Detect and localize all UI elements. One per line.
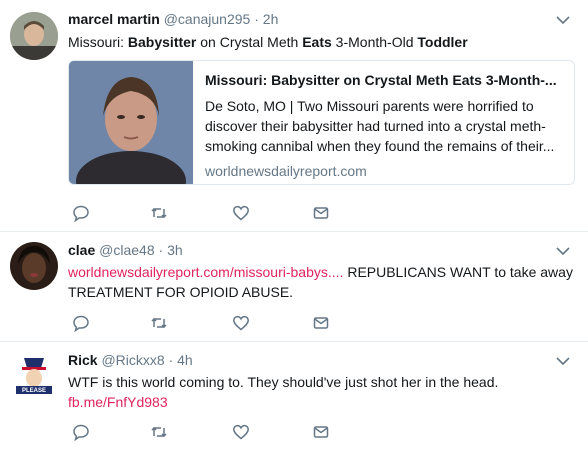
username[interactable]: @clae48	[99, 242, 154, 258]
tweet-link[interactable]: fb.me/FnfYd983	[68, 392, 573, 412]
timestamp[interactable]: 4h	[177, 352, 193, 368]
like-icon[interactable]	[232, 204, 250, 222]
timestamp[interactable]: 2h	[263, 11, 279, 27]
mugshot-image	[69, 61, 193, 184]
reply-icon[interactable]	[72, 204, 90, 222]
avatar[interactable]	[10, 242, 58, 290]
tweet[interactable]: PLEASE Rick @Rickxx8 · 4h WTF is this wo…	[0, 342, 588, 450]
avatar-image: PLEASE	[10, 354, 58, 402]
username[interactable]: @canajun295	[164, 11, 251, 27]
separator: ·	[168, 352, 174, 368]
text-bold: Eats	[302, 34, 332, 50]
display-name[interactable]: marcel martin	[68, 11, 160, 27]
tweet-text: Missouri: Babysitter on Crystal Meth Eat…	[68, 32, 573, 52]
chevron-down-icon[interactable]	[556, 246, 570, 256]
dm-icon[interactable]	[312, 314, 330, 332]
retweet-icon[interactable]	[150, 204, 168, 222]
text-bold: Toddler	[417, 34, 468, 50]
avatar[interactable]	[10, 12, 58, 60]
chevron-down-icon[interactable]	[556, 15, 570, 25]
retweet-icon[interactable]	[150, 314, 168, 332]
chevron-down-icon[interactable]	[556, 356, 570, 366]
tweet-header: clae @clae48 · 3h	[68, 242, 183, 258]
text-part: on Crystal Meth	[196, 34, 303, 50]
avatar-image	[10, 242, 58, 290]
timestamp[interactable]: 3h	[167, 242, 183, 258]
card-image	[69, 61, 193, 184]
dm-icon[interactable]	[312, 423, 330, 441]
tweet-link[interactable]: worldnewsdailyreport.com/missouri-babys.…	[68, 264, 343, 280]
tweet[interactable]: clae @clae48 · 3h worldnewsdailyreport.c…	[0, 232, 588, 342]
tweet[interactable]: marcel martin @canajun295 · 2h Missouri:…	[0, 0, 588, 232]
text-part: WTF is this world coming to. They should…	[68, 374, 499, 390]
display-name[interactable]: Rick	[68, 352, 98, 368]
avatar-text: PLEASE	[22, 388, 46, 394]
tweet-text: worldnewsdailyreport.com/missouri-babys.…	[68, 262, 573, 302]
text-bold: Babysitter	[127, 34, 197, 50]
tweet-text: WTF is this world coming to. They should…	[68, 372, 573, 412]
separator: ·	[254, 11, 259, 27]
username[interactable]: @Rickxx8	[101, 352, 164, 368]
text-part: Missouri:	[68, 34, 128, 50]
reply-icon[interactable]	[72, 314, 90, 332]
separator: ·	[158, 242, 164, 258]
avatar-image	[10, 12, 58, 60]
link-card[interactable]: Missouri: Babysitter on Crystal Meth Eat…	[68, 60, 575, 185]
tweet-header: Rick @Rickxx8 · 4h	[68, 352, 193, 368]
text-part: 3-Month-Old	[331, 34, 418, 50]
reply-icon[interactable]	[72, 423, 90, 441]
tweet-header: marcel martin @canajun295 · 2h	[68, 11, 278, 27]
card-description: De Soto, MO | Two Missouri parents were …	[205, 98, 555, 154]
like-icon[interactable]	[232, 314, 250, 332]
card-body: Missouri: Babysitter on Crystal Meth Eat…	[205, 71, 563, 179]
retweet-icon[interactable]	[150, 423, 168, 441]
avatar[interactable]: PLEASE	[10, 354, 58, 402]
display-name[interactable]: clae	[68, 242, 95, 258]
dm-icon[interactable]	[312, 204, 330, 222]
like-icon[interactable]	[232, 423, 250, 441]
card-title: Missouri: Babysitter on Crystal Meth Eat…	[205, 72, 557, 88]
card-domain: worldnewsdailyreport.com	[205, 163, 367, 179]
